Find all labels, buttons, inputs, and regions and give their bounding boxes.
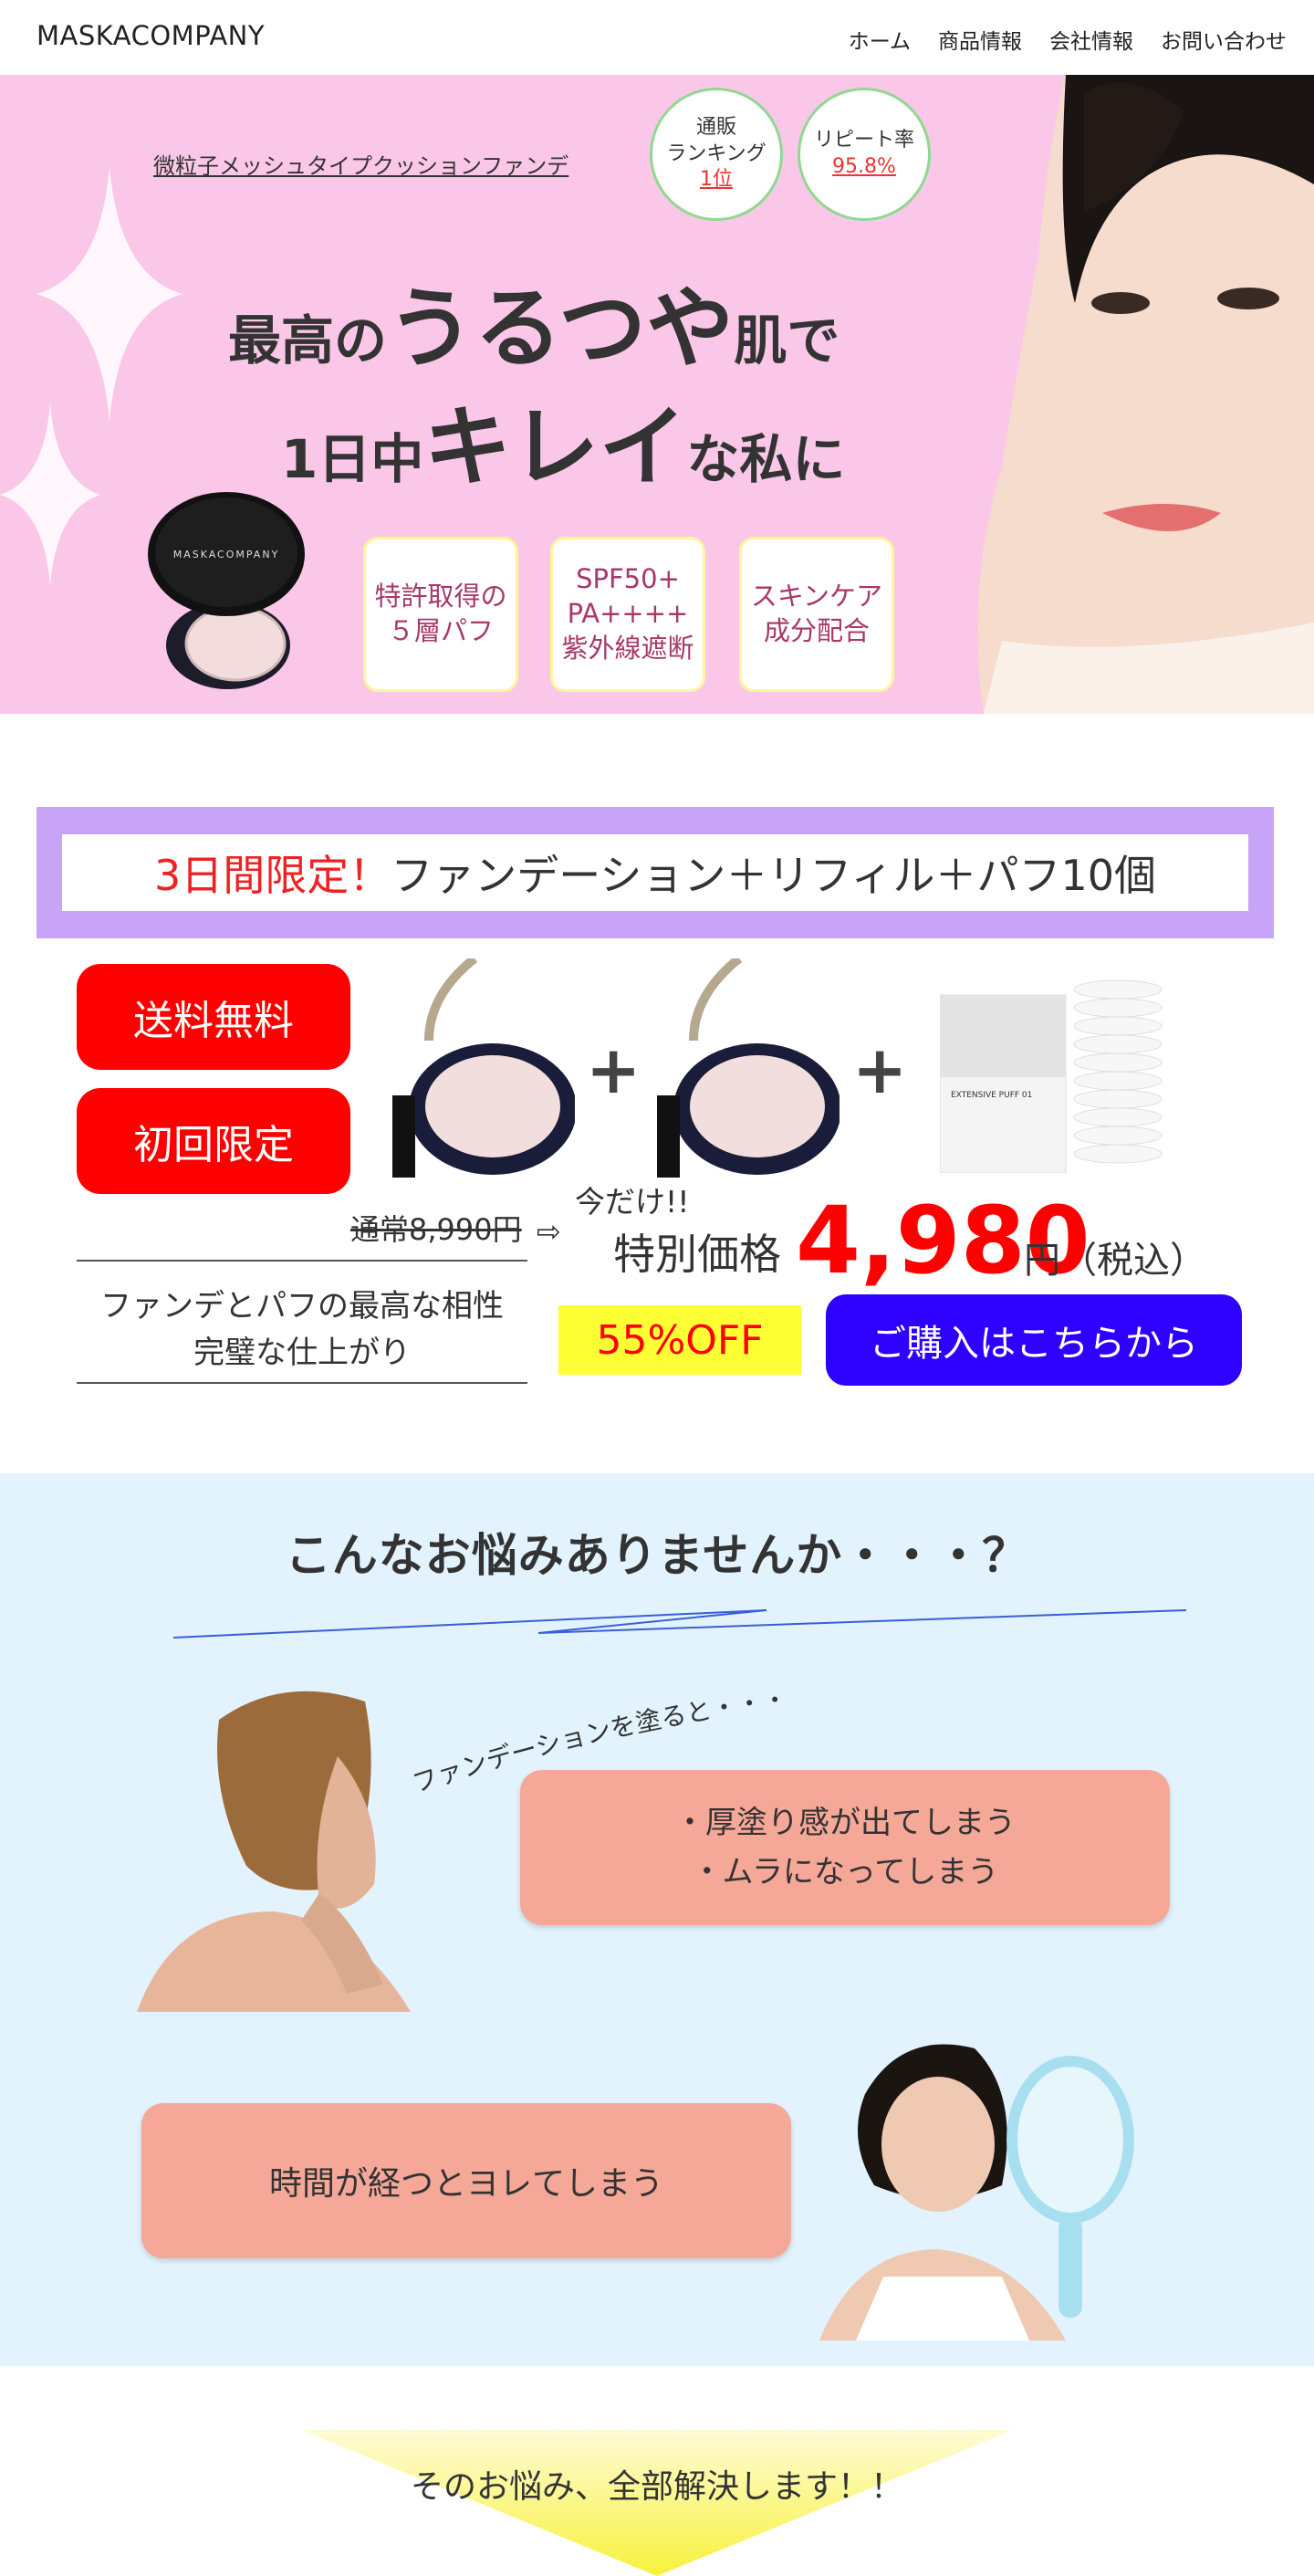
puff-set-image: EXTENSIVE PUFF 01 (940, 979, 1163, 1173)
hero-banner: 微粒子メッシュタイプクッションファンデ 通販 ランキング 1位 リピート率 95… (0, 75, 1314, 714)
headline-text: 最高の (228, 309, 388, 372)
feature-text: ５層パフ (387, 615, 494, 646)
hero-headline-2: 1日中キレイな私に (281, 376, 845, 503)
limited-offer-banner: 3日間限定！ ファンデーション＋リフィル＋パフ10個 (36, 807, 1274, 938)
badge-label: ランキング (666, 141, 766, 165)
feature-text: SPF50+ (576, 563, 680, 595)
discount-badge: 55%OFF (558, 1305, 801, 1375)
worries-section: こんなお悩みありませんか・・・？ ファンデーションを塗ると・・・ ・厚塗り感が出… (0, 1473, 1314, 2366)
free-shipping-badge: 送料無料 (77, 964, 350, 1070)
hero-subtitle[interactable]: 微粒子メッシュタイプクッションファンデ (153, 148, 568, 180)
offer-contents-text: ファンデーション＋リフィル＋パフ10個 (391, 851, 1156, 900)
svg-text:MASKACOMPANY: MASKACOMPANY (173, 549, 280, 560)
sparkle-icon (36, 166, 182, 422)
badge-label: リピート率 (813, 129, 914, 152)
tagline-text: ファンデとパフの最高な相性 (100, 1288, 504, 1325)
plus-icon: + (852, 1031, 908, 1108)
special-price-label: 特別価格 (613, 1230, 781, 1279)
nav-home[interactable]: ホーム (849, 24, 911, 55)
sparkle-icon (0, 403, 100, 586)
ranking-badge: 通販 ランキング 1位 (650, 88, 783, 221)
headline-emphasis: キレイ (423, 396, 687, 498)
offer-headline: 3日間限定！ ファンデーション＋リフィル＋パフ10個 (62, 834, 1248, 911)
divider (77, 1382, 527, 1384)
model-photo (947, 75, 1314, 714)
nav-products[interactable]: 商品情報 (938, 24, 1022, 55)
nav-contact[interactable]: お問い合わせ (1161, 24, 1287, 55)
tagline: ファンデとパフの最高な相性 完璧な仕上がり (77, 1283, 527, 1377)
offer-limited-text: 3日間限定！ (154, 851, 391, 900)
badge-value: 95.8% (832, 155, 896, 178)
worries-title: こんなお悩みありませんか・・・？ (285, 1529, 1029, 1582)
main-nav: ホーム 商品情報 会社情報 お問い合わせ (849, 24, 1287, 55)
feature-skincare: スキンケア 成分配合 (739, 537, 894, 692)
tagline-text: 完璧な仕上がり (193, 1335, 411, 1371)
worry-bubble: 時間が経つとヨレてしまう (141, 2103, 791, 2258)
worry-text: ・ムラになってしまう (691, 1854, 999, 1890)
arrow-right-icon: ⇨ (537, 1214, 561, 1249)
badge-value: 1位 (700, 168, 733, 192)
site-logo[interactable]: MASKACOMPANY (36, 20, 265, 51)
worry-text: ・厚塗り感が出てしまう (674, 1804, 1016, 1841)
feature-text: 紫外線遮断 (561, 632, 694, 664)
headline-text: な私に (686, 428, 846, 490)
feature-spf: SPF50+ PA++++ 紫外線遮断 (550, 537, 705, 692)
feature-text: 成分配合 (763, 615, 870, 646)
first-time-badge: 初回限定 (77, 1088, 350, 1194)
feature-text: 特許取得の (374, 581, 507, 613)
solve-heading: そのお悩み、全部解決します！！ (410, 2468, 903, 2506)
regular-price: 通常8,990円 (350, 1212, 522, 1247)
price-unit: 円（税込） (1024, 1240, 1206, 1282)
plus-icon: + (586, 1031, 641, 1108)
headline-text: 肌で (734, 309, 840, 372)
badge-label: 通販 (695, 116, 736, 140)
nav-company[interactable]: 会社情報 (1049, 24, 1133, 55)
woman-mirror-photo (819, 2044, 1134, 2340)
refill-compact-image (657, 958, 840, 1178)
feature-patent-puff: 特許取得の ５層パフ (363, 537, 518, 692)
buy-button[interactable]: ご購入はこちらから (826, 1294, 1242, 1386)
foundation-compact-image (392, 958, 575, 1178)
headline-text: 1日中 (281, 428, 424, 490)
worry-bubble: ・厚塗り感が出てしまう ・ムラになってしまう (520, 1770, 1170, 1925)
svg-text:EXTENSIVE PUFF 01: EXTENSIVE PUFF 01 (951, 1091, 1032, 1100)
feature-text: PA++++ (567, 598, 689, 630)
woman-profile-photo (137, 1691, 411, 2012)
today-only-label: 今だけ!! (575, 1184, 690, 1220)
feature-text: スキンケア (750, 581, 883, 613)
site-header: MASKACOMPANY ホーム 商品情報 会社情報 お問い合わせ (0, 0, 1314, 75)
divider (77, 1260, 527, 1262)
repeat-rate-badge: リピート率 95.8% (798, 88, 931, 221)
cushion-compact-image: MASKACOMPANY (148, 492, 305, 689)
headline-emphasis: うるつや (387, 277, 735, 380)
hero-headline-1: 最高のうるつや肌で (228, 257, 840, 384)
scribble-underline (173, 1609, 1187, 1639)
